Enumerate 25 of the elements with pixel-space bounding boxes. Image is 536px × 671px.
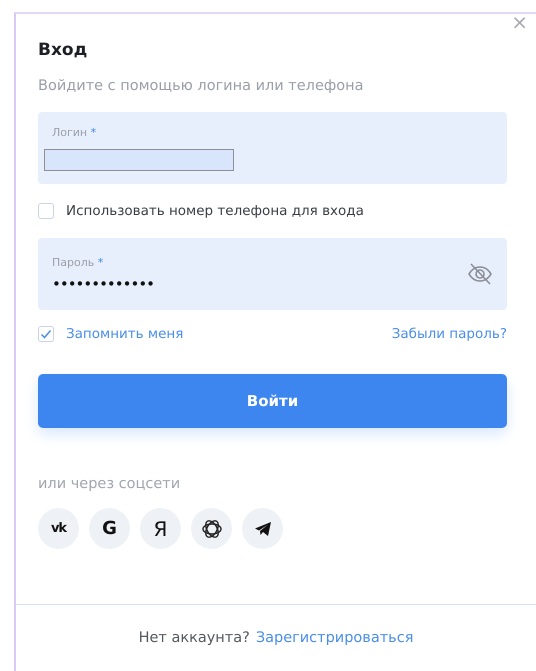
dialog-subtitle: Войдите с помощью логина или телефона [38,78,364,94]
close-button[interactable]: × [507,10,532,34]
social-login-button[interactable]: vk [38,508,79,549]
checkbox-label: Использовать номер телефона для входа [66,203,364,219]
dialog-title: Вход [38,40,88,60]
paper-plane-icon [254,520,272,536]
password-value: ••••••••••••• [52,274,156,292]
social-login-button[interactable]: G [89,508,130,549]
password-field[interactable]: Пароль * ••••••••••••• [38,238,507,310]
field-label: Логин * [52,126,98,138]
eye-slash-icon[interactable] [467,261,493,287]
field-label: Пароль * [52,256,104,268]
social-login-button[interactable] [191,508,232,549]
login-button[interactable]: Войти [38,374,507,428]
social-caption: или через соцсети [38,476,182,492]
social-login-button[interactable] [242,508,283,549]
knot-icon [200,518,222,540]
forgot-password-link[interactable]: Забыли пароль? [392,326,507,342]
checkbox[interactable] [38,203,54,219]
checkbox[interactable] [38,326,54,342]
footer-text: Нет аккаунта? [138,630,250,646]
checkbox-label: Запомнить меня [66,326,184,342]
social-login-button[interactable]: Я [140,508,181,549]
register-link[interactable]: Зарегистрироваться [256,630,414,646]
login-field[interactable]: Логин * [38,112,507,184]
